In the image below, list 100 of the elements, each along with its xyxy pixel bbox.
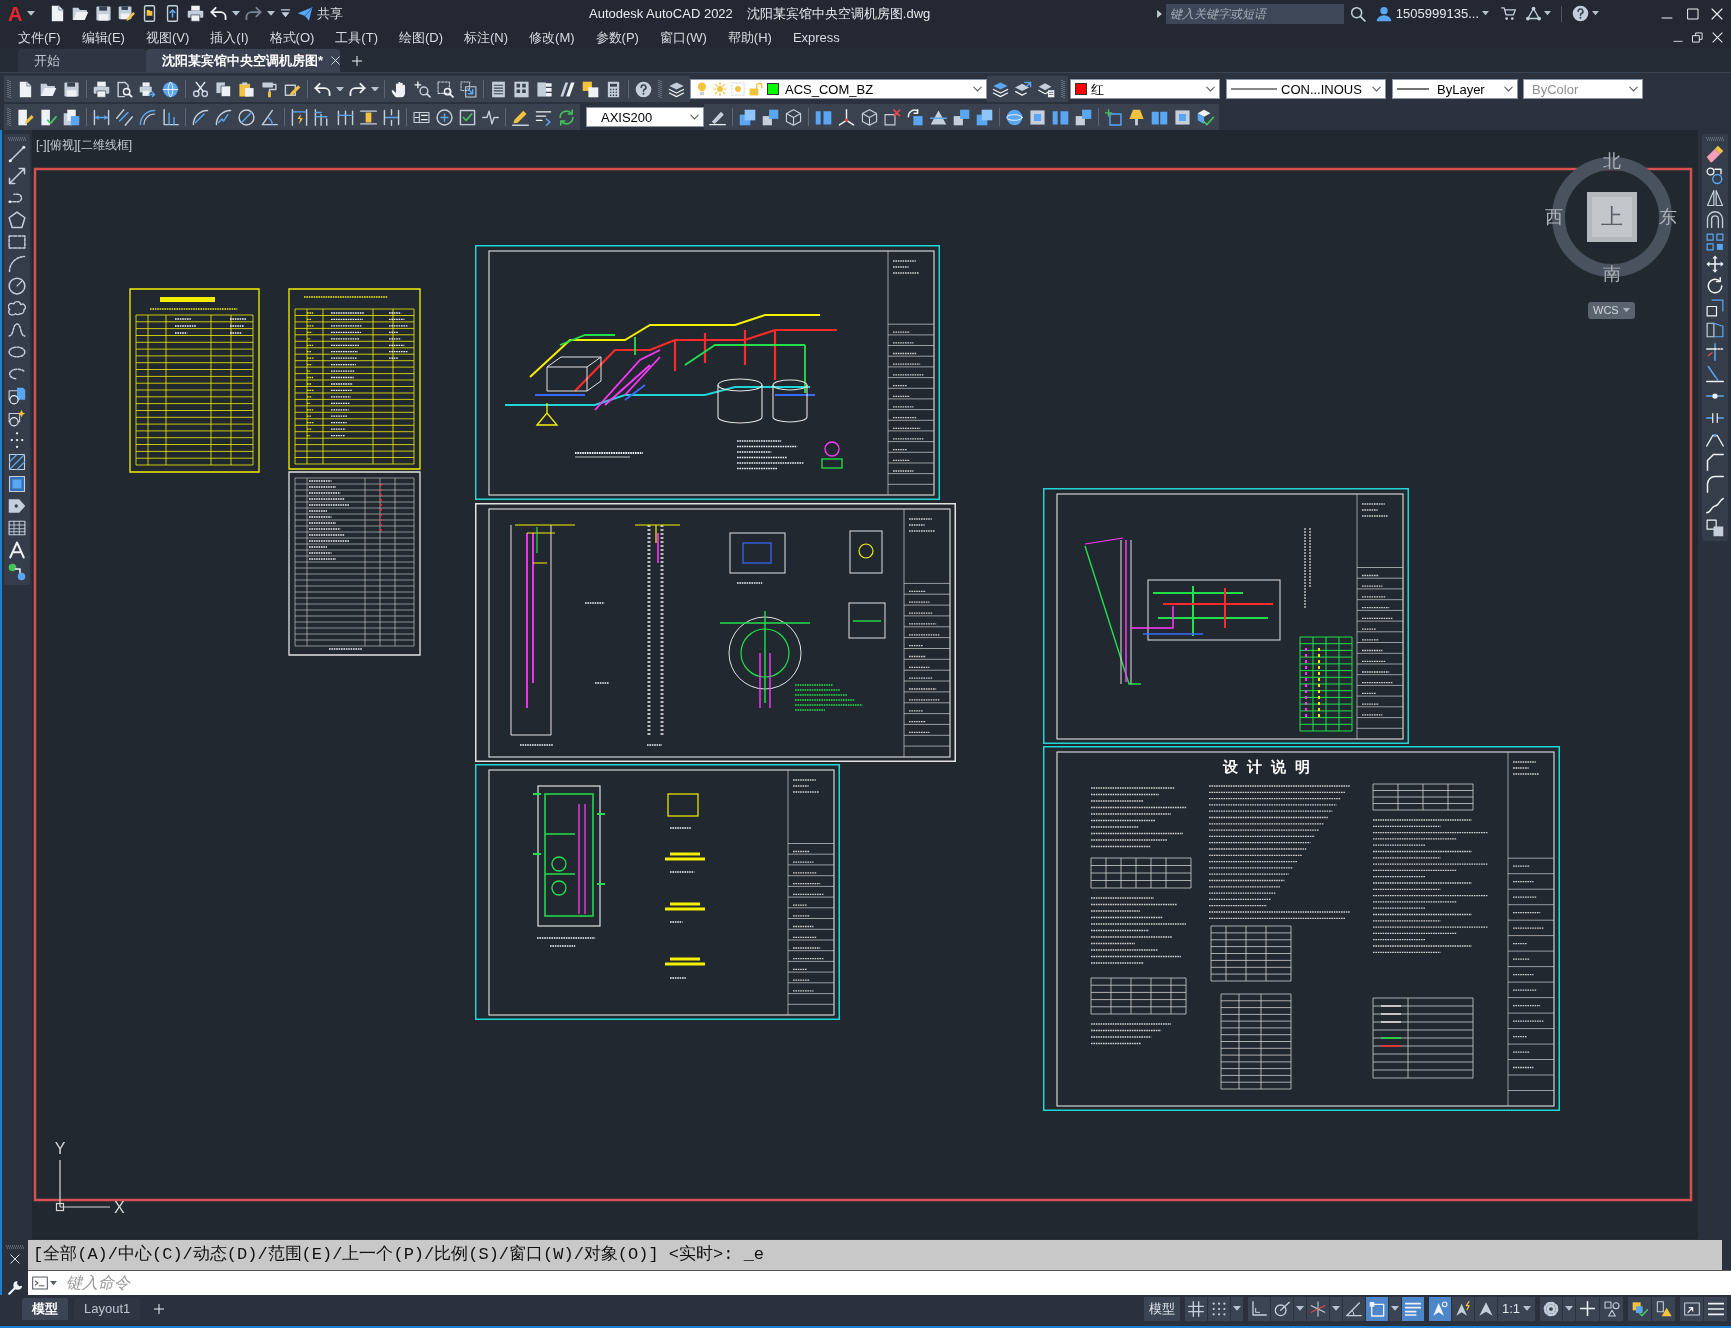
menu-icon[interactable] <box>1707 1300 1724 1317</box>
plus-icon[interactable] <box>352 56 362 66</box>
stacked-squares-icon[interactable] <box>953 108 970 126</box>
box-icon[interactable] <box>1174 108 1191 126</box>
columns-icon[interactable] <box>1052 108 1069 126</box>
stacked-squares-icon[interactable] <box>1075 108 1092 126</box>
caret-icon[interactable] <box>371 86 379 92</box>
menu-item[interactable]: 窗口(W) <box>659 29 707 46</box>
chevron-down-icon[interactable] <box>973 86 982 92</box>
cloud-icon[interactable] <box>8 299 26 317</box>
user-icon[interactable] <box>1375 5 1392 22</box>
join-icon[interactable] <box>1705 431 1724 449</box>
sliced-triangle-icon[interactable] <box>930 108 947 126</box>
menu-item[interactable]: 视图(V) <box>145 29 190 46</box>
angular-dimension-icon[interactable] <box>261 108 278 126</box>
refresh-icon[interactable] <box>558 108 575 126</box>
double-arrow-icon[interactable] <box>8 167 26 185</box>
mirror-icon[interactable] <box>1705 189 1724 207</box>
printer-icon[interactable] <box>93 80 110 98</box>
box-icon[interactable] <box>1029 108 1046 126</box>
color-dropdown[interactable]: 红 <box>1070 79 1220 99</box>
file-tab[interactable]: 沈阳某宾馆中央空调机房图* <box>146 49 340 72</box>
grip-icon[interactable] <box>7 107 11 127</box>
printer-icon[interactable] <box>187 5 205 22</box>
box-outline-icon[interactable] <box>785 108 802 126</box>
menu-item[interactable]: Express <box>792 29 840 46</box>
compass-label[interactable]: 东 <box>1659 207 1677 227</box>
maximize-icon[interactable] <box>1687 7 1699 20</box>
grip-icon[interactable] <box>7 137 27 141</box>
globe-icon[interactable] <box>162 80 179 98</box>
layout-tab[interactable]: Layout1 <box>74 1297 141 1320</box>
zoom-previous-icon[interactable] <box>460 80 477 98</box>
gradient-icon[interactable] <box>8 475 26 493</box>
pencil-icon[interactable] <box>512 108 529 126</box>
menu-item[interactable]: 插入(I) <box>210 29 249 46</box>
circle-icon[interactable] <box>8 277 26 295</box>
caret-icon[interactable] <box>1390 1306 1399 1311</box>
rectangle-icon[interactable] <box>8 233 26 251</box>
plus-icon[interactable] <box>1580 1301 1595 1316</box>
hatch-icon[interactable] <box>8 453 26 471</box>
command-input[interactable]: 键入命令 <box>28 1270 1731 1295</box>
menu-item[interactable]: 绘图(D) <box>398 29 443 46</box>
line-icon[interactable] <box>8 145 26 163</box>
new-file-icon[interactable] <box>17 80 34 98</box>
linetype-dropdown[interactable]: CON...INOUS <box>1226 79 1386 99</box>
close-icon[interactable] <box>1712 32 1723 43</box>
table-icon[interactable] <box>8 519 26 537</box>
triangle-nodes-icon[interactable] <box>1526 6 1541 21</box>
stacked-squares-icon[interactable] <box>762 108 779 126</box>
quick-dimension-icon[interactable] <box>291 108 308 126</box>
caret-icon[interactable] <box>1565 1306 1573 1311</box>
move-axes-icon[interactable] <box>838 108 855 126</box>
copy-circles-icon[interactable] <box>1705 167 1724 185</box>
user-name[interactable]: 1505999135... <box>1395 3 1479 24</box>
page-check-icon[interactable] <box>40 108 57 126</box>
move-arrows-icon[interactable] <box>1705 255 1724 273</box>
customize-menu-icon[interactable] <box>279 8 291 19</box>
overlapping-squares-icon[interactable] <box>739 108 756 126</box>
chamfer-icon[interactable] <box>1705 453 1724 471</box>
warning-icon[interactable] <box>1655 1300 1672 1317</box>
explode-icon[interactable] <box>1705 519 1724 537</box>
redo-icon[interactable] <box>349 80 366 98</box>
print-preview-icon[interactable] <box>116 80 133 98</box>
caret-icon[interactable] <box>1295 1306 1304 1311</box>
fillet-icon[interactable] <box>1705 475 1724 493</box>
menu-item[interactable]: 工具(T) <box>335 29 378 46</box>
grip-icon[interactable] <box>658 79 662 99</box>
save-icon[interactable] <box>95 5 113 22</box>
search-field[interactable]: 键入关键字或短语 <box>1165 3 1344 24</box>
rotate-icon[interactable] <box>1705 277 1724 295</box>
caret-icon[interactable] <box>27 11 36 16</box>
gear-icon[interactable] <box>1543 1300 1559 1317</box>
close-icon[interactable] <box>1711 7 1723 20</box>
scissors-icon[interactable] <box>192 80 209 98</box>
aligned-dimension-icon[interactable] <box>116 108 133 126</box>
rotate-square-icon[interactable] <box>907 108 924 126</box>
paint-roller-icon[interactable] <box>261 80 278 98</box>
text-tool-icon[interactable] <box>8 541 26 559</box>
menu-item[interactable]: 标注(N) <box>464 29 509 46</box>
caret-icon[interactable] <box>1482 11 1489 16</box>
add-selected-icon[interactable] <box>8 563 26 581</box>
plus-icon[interactable] <box>154 1303 165 1314</box>
add-square-icon[interactable] <box>1105 108 1122 126</box>
dimension-style-dropdown[interactable]: AXIS200 <box>586 107 704 127</box>
menu-item[interactable]: 参数(P) <box>595 29 639 46</box>
extend-icon[interactable] <box>1705 365 1724 383</box>
center-mark-icon[interactable] <box>436 108 453 126</box>
redo-icon[interactable] <box>245 5 263 22</box>
check-shapes-icon[interactable] <box>1631 1300 1648 1317</box>
annotation-scale-icon[interactable] <box>1477 1300 1494 1317</box>
hand-icon[interactable] <box>391 80 408 98</box>
compass-label[interactable]: 西 <box>1545 207 1563 227</box>
layout-tab[interactable]: 模型 <box>22 1297 68 1320</box>
layer-arrow-icon[interactable] <box>1015 80 1032 98</box>
checked-box-icon[interactable] <box>459 108 476 126</box>
grip-icon[interactable] <box>1061 79 1065 99</box>
offset-curves-icon[interactable] <box>1705 211 1724 229</box>
share-button[interactable]: 共享 <box>297 3 344 24</box>
continued-dimension-icon[interactable] <box>337 108 354 126</box>
markup-icon[interactable] <box>582 80 599 98</box>
